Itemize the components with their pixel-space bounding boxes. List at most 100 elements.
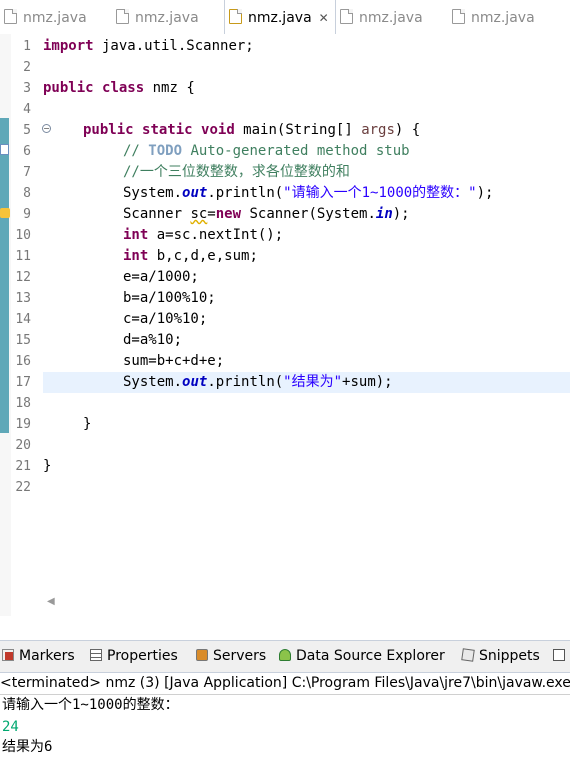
code-line: b=a/100%10; <box>123 288 216 309</box>
code-line: //一个三位数整数，求各位整数的和 <box>123 162 350 183</box>
view-tab-label: Properties <box>107 648 178 664</box>
line-number: 4 <box>23 102 31 117</box>
console-view[interactable]: <terminated> nmz (3) [Java Application] … <box>0 673 570 777</box>
code-token: ) { <box>394 122 421 138</box>
code-token: sc <box>190 206 208 222</box>
task-marker-icon[interactable] <box>0 144 9 155</box>
console-icon <box>553 649 565 661</box>
code-editor[interactable]: − 1 2 3 4 5 6 7 8 9 10 11 12 13 14 15 16… <box>0 34 570 616</box>
line-number: 18 <box>15 396 31 411</box>
code-token: in <box>375 206 393 222</box>
editor-tab-label: nmz.java <box>248 10 312 26</box>
editor-tab-label: nmz.java <box>135 10 199 26</box>
tab-servers[interactable]: Servers <box>196 641 266 672</box>
line-number-ruler: − 1 2 3 4 5 6 7 8 9 10 11 12 13 14 15 16… <box>11 34 51 616</box>
line-number: 13 <box>15 291 31 306</box>
java-file-icon <box>340 9 353 24</box>
view-tab-label: Servers <box>213 648 267 664</box>
code-line: sum=b+c+d+e; <box>123 351 224 372</box>
tab-snippets[interactable]: Snippets <box>461 641 540 672</box>
code-line: c=a/10%10; <box>123 309 207 330</box>
code-token: b=a/100%10; <box>123 290 216 306</box>
warning-marker-icon[interactable] <box>0 208 10 218</box>
code-line: // TODO Auto-generated method stub <box>123 141 410 162</box>
code-token: c=a/10%10; <box>123 311 208 327</box>
code-line: } <box>83 414 91 435</box>
editor-tab[interactable]: nmz.java <box>112 0 224 34</box>
code-token: } <box>83 416 92 432</box>
console-header: <terminated> nmz (3) [Java Application] … <box>0 673 570 695</box>
line-number: 6 <box>23 144 31 159</box>
tab-properties[interactable]: Properties <box>90 641 178 672</box>
line-number: 14 <box>15 312 31 327</box>
code-text-area[interactable]: import java.util.Scanner; public class nm… <box>43 34 570 616</box>
code-line: public static void main(String[] args) { <box>83 120 420 141</box>
code-token: .println( <box>207 185 284 201</box>
console-output-line: 结果为6 <box>2 739 53 755</box>
scroll-left-icon[interactable]: ◀ <box>47 596 55 607</box>
code-token: sum=b+c+d+e; <box>123 353 225 369</box>
line-number: 21 <box>15 459 31 474</box>
views-tab-bar: Markers Properties Servers Data Source E… <box>0 640 570 673</box>
code-token: public <box>83 122 134 138</box>
markers-icon <box>2 649 14 661</box>
editor-tab-label: nmz.java <box>359 10 423 26</box>
editor-tab-label: nmz.java <box>23 10 87 26</box>
code-token: +sum); <box>342 374 393 390</box>
editor-tab[interactable]: nmz.java <box>0 0 112 34</box>
code-token: args <box>361 122 395 138</box>
code-token: System. <box>123 185 183 201</box>
tab-data-source-explorer[interactable]: Data Source Explorer <box>279 641 445 672</box>
code-token: } <box>43 458 52 474</box>
line-number: 16 <box>15 354 31 369</box>
code-token: // <box>123 143 149 159</box>
code-token: Scanner(System. <box>241 206 376 222</box>
java-file-icon <box>229 9 242 24</box>
line-number: 5 <box>23 123 31 138</box>
line-number: 8 <box>23 186 31 201</box>
view-tab-label: Data Source Explorer <box>296 648 445 664</box>
editor-tab-label: nmz.java <box>471 10 535 26</box>
tab-markers[interactable]: Markers <box>2 641 75 672</box>
code-token: .println( <box>207 374 284 390</box>
line-number: 19 <box>15 417 31 432</box>
code-token: d=a%10; <box>123 332 183 348</box>
line-number: 11 <box>15 249 31 264</box>
editor-tab-active[interactable]: nmz.java ✕ <box>224 0 336 34</box>
code-token: TODO <box>148 143 183 159</box>
view-tab-label: Markers <box>19 648 75 664</box>
data-source-icon <box>279 649 291 661</box>
code-line: int b,c,d,e,sum; <box>123 246 258 267</box>
code-token: out <box>182 185 208 201</box>
tab-console[interactable] <box>553 641 570 672</box>
line-number: 12 <box>15 270 31 285</box>
code-token: b,c,d,e,sum; <box>148 248 258 264</box>
line-number: 3 <box>23 81 31 96</box>
editor-tab[interactable]: nmz.java <box>448 0 570 34</box>
code-token: new <box>215 206 242 222</box>
code-token: e=a/1000; <box>123 269 199 285</box>
close-tab-icon[interactable]: ✕ <box>319 11 329 25</box>
line-number: 10 <box>15 228 31 243</box>
code-token: out <box>182 374 208 390</box>
code-token: Scanner <box>123 206 191 222</box>
code-token: int <box>123 227 149 243</box>
code-token: System. <box>123 374 183 390</box>
editor-tab[interactable]: nmz.java <box>336 0 448 34</box>
code-line: d=a%10; <box>123 330 182 351</box>
line-number: 22 <box>15 480 31 495</box>
snippets-icon <box>461 648 475 662</box>
line-number: 17 <box>15 375 31 390</box>
view-tab-label: Snippets <box>479 648 540 664</box>
code-token: int <box>123 248 149 264</box>
code-token: nmz { <box>144 80 195 96</box>
code-token: class <box>102 80 145 96</box>
line-number: 2 <box>23 60 31 75</box>
annotation-ruler <box>0 34 11 616</box>
console-input-line: 24 <box>2 719 19 735</box>
line-number: 15 <box>15 333 31 348</box>
code-token: = <box>207 206 216 222</box>
code-line: int a=sc.nextInt(); <box>123 225 283 246</box>
